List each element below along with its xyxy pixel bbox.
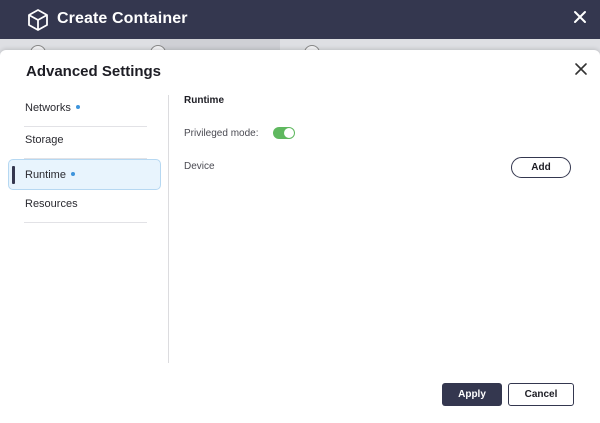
add-device-button[interactable]: Add bbox=[511, 157, 571, 178]
close-icon[interactable] bbox=[572, 9, 588, 25]
settings-sidebar: Networks Storage Runtime Resources bbox=[8, 95, 161, 223]
sidebar-item-label: Networks bbox=[25, 102, 71, 114]
dialog-title: Advanced Settings bbox=[26, 63, 162, 80]
close-icon[interactable] bbox=[574, 62, 588, 76]
modified-dot-icon bbox=[75, 105, 80, 110]
privileged-mode-toggle[interactable] bbox=[273, 127, 295, 139]
active-indicator bbox=[12, 165, 15, 184]
sidebar-item-runtime[interactable]: Runtime bbox=[8, 158, 161, 190]
sidebar-item-networks[interactable]: Networks bbox=[8, 95, 161, 127]
toggle-knob bbox=[284, 128, 294, 138]
sidebar-item-label: Resources bbox=[25, 197, 78, 210]
device-label: Device bbox=[184, 161, 215, 172]
sidebar-item-label: Runtime bbox=[25, 168, 66, 181]
window-titlebar: Create Container bbox=[0, 0, 600, 39]
advanced-settings-dialog: Advanced Settings Networks Storage Runti… bbox=[0, 50, 600, 423]
panel-divider bbox=[168, 95, 169, 363]
cancel-button[interactable]: Cancel bbox=[508, 383, 574, 406]
sidebar-item-storage[interactable]: Storage bbox=[8, 127, 161, 159]
divider bbox=[24, 221, 147, 223]
sidebar-item-resources[interactable]: Resources bbox=[8, 191, 161, 223]
section-title: Runtime bbox=[184, 95, 224, 106]
modified-dot-icon bbox=[70, 171, 75, 176]
cube-icon bbox=[28, 9, 48, 31]
window-title: Create Container bbox=[57, 10, 188, 27]
apply-button[interactable]: Apply bbox=[442, 383, 502, 406]
privileged-mode-label: Privileged mode: bbox=[184, 128, 259, 139]
sidebar-item-label: Storage bbox=[25, 133, 64, 146]
